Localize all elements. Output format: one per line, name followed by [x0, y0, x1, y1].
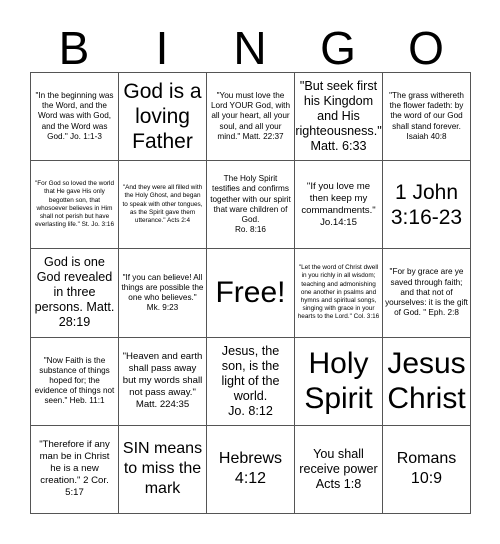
- bingo-cell-text: "But seek first his Kingdom and His righ…: [295, 79, 382, 154]
- bingo-cell-r1c1[interactable]: "In the beginning was the Word, and the …: [31, 73, 119, 162]
- bingo-cell-r2c3[interactable]: The Holy Spirit testifies and confirms t…: [207, 161, 295, 250]
- bingo-cell-r5c4[interactable]: You shall receive power Acts 1:8: [295, 425, 383, 514]
- bingo-cell-r3c5[interactable]: "For by grace are ye saved through faith…: [383, 249, 471, 338]
- header-letter-g: G: [320, 22, 356, 74]
- bingo-cell-r3c1[interactable]: God is one God revealed in three persons…: [31, 249, 119, 338]
- bingo-cell-r4c2[interactable]: "Heaven and earth shall pass away but my…: [119, 337, 207, 426]
- bingo-cell-text: Jesus Christ: [387, 347, 466, 416]
- bingo-cell-r4c1[interactable]: "Now Faith is the substance of things ho…: [31, 337, 119, 426]
- bingo-cell-r2c1[interactable]: "For God so loved the world that He gave…: [31, 161, 119, 250]
- bingo-cell-r1c4[interactable]: "But seek first his Kingdom and His righ…: [295, 73, 383, 162]
- bingo-cell-text: "And they were all filled with the Holy …: [122, 184, 203, 225]
- bingo-cell-r1c5[interactable]: "The grass withereth the flower fadeth: …: [383, 73, 471, 162]
- bingo-cell-text: "If you can believe! All things are poss…: [121, 272, 204, 313]
- bingo-cell-r4c3[interactable]: Jesus, the son, is the light of the worl…: [207, 337, 295, 426]
- bingo-cell-r2c5[interactable]: 1 John 3:16-23: [383, 161, 471, 250]
- bingo-cell-text: Holy Spirit: [304, 347, 373, 416]
- bingo-cell-r1c3[interactable]: "You must love the Lord YOUR God, with a…: [207, 73, 295, 162]
- bingo-cell-r5c5[interactable]: Romans 10:9: [383, 425, 471, 514]
- header-letter-i: I: [155, 22, 169, 74]
- bingo-cell-text: SIN means to miss the mark: [122, 440, 203, 498]
- header-letter-b: B: [58, 22, 90, 74]
- bingo-grid: "In the beginning was the Word, and the …: [30, 72, 471, 514]
- bingo-cell-text: God is a loving Father: [123, 80, 202, 154]
- bingo-cell-text: 1 John 3:16-23: [390, 180, 463, 229]
- bingo-cell-r5c3[interactable]: Hebrews 4:12: [207, 425, 295, 514]
- bingo-cell-text: The Holy Spirit testifies and confirms t…: [210, 174, 291, 235]
- bingo-cell-text: Hebrews 4:12: [218, 450, 283, 488]
- bingo-cell-r4c5[interactable]: Jesus Christ: [383, 337, 471, 426]
- bingo-cell-text: Romans 10:9: [396, 450, 457, 488]
- bingo-cell-text: God is one God revealed in three persons…: [34, 255, 115, 330]
- bingo-cell-text: "If you love me then keep my commandment…: [301, 180, 376, 228]
- bingo-cell-text: Free!: [215, 276, 286, 310]
- bingo-cell-r5c1[interactable]: "Therefore if any man be in Christ he is…: [31, 425, 119, 514]
- bingo-cell-text: You shall receive power Acts 1:8: [299, 446, 378, 491]
- bingo-cell-r2c2[interactable]: "And they were all filled with the Holy …: [119, 161, 207, 250]
- header-letter-o: O: [408, 22, 444, 74]
- bingo-cell-text: "Therefore if any man be in Christ he is…: [39, 439, 110, 499]
- bingo-cell-r1c2[interactable]: God is a loving Father: [119, 73, 207, 162]
- bingo-cell-text: "Now Faith is the substance of things ho…: [34, 355, 115, 406]
- bingo-cell-r5c2[interactable]: SIN means to miss the mark: [119, 425, 207, 514]
- header-letter-n: N: [233, 22, 267, 74]
- bingo-cell-text: "Let the word of Christ dwell in you ric…: [297, 264, 380, 321]
- bingo-cell-r3c4[interactable]: "Let the word of Christ dwell in you ric…: [295, 249, 383, 338]
- bingo-cell-text: "For by grace are ye saved through faith…: [385, 267, 468, 318]
- bingo-cell-text: Jesus, the son, is the light of the worl…: [221, 343, 280, 418]
- bingo-cell-text: "Heaven and earth shall pass away but my…: [122, 351, 203, 411]
- bingo-cell-free[interactable]: Free!: [207, 249, 295, 338]
- bingo-cell-r4c4[interactable]: Holy Spirit: [295, 337, 383, 426]
- bingo-header: B I N G O: [30, 24, 470, 72]
- bingo-cell-text: "In the beginning was the Word, and the …: [35, 91, 114, 141]
- bingo-cell-text: "You must love the Lord YOUR God, with a…: [210, 91, 291, 141]
- bingo-cell-r2c4[interactable]: "If you love me then keep my commandment…: [295, 161, 383, 250]
- bingo-cell-r3c2[interactable]: "If you can believe! All things are poss…: [119, 249, 207, 338]
- bingo-cell-text: "For God so loved the world that He gave…: [35, 180, 114, 229]
- bingo-cell-text: "The grass withereth the flower fadeth: …: [389, 91, 464, 141]
